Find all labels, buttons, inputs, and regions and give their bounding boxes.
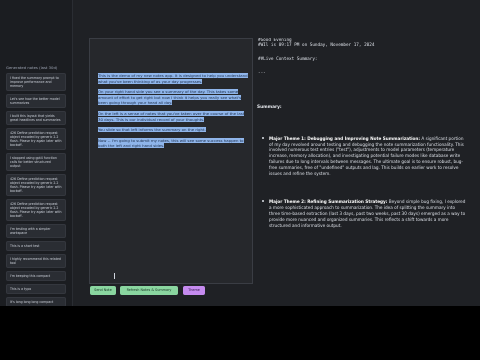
selected-text: On your right hand side you see a summar… [98, 89, 242, 106]
date-line: #WIl is 09:17 PM on Sunday, November 17,… [258, 43, 375, 49]
session-item-text: I'm keeping this compact [10, 274, 51, 279]
session-item-text: This is a short test [10, 244, 40, 249]
note-text-area[interactable]: This is the demo of my new notes app. It… [98, 73, 248, 154]
refresh-notes-button[interactable]: Refresh Notes & Summary [120, 286, 178, 295]
session-item-text: I stopped using gpt4 function calls for … [10, 156, 57, 169]
session-item-text: 426 Define prediction request object enc… [10, 202, 62, 219]
session-item[interactable]: This is a typo [6, 284, 66, 295]
note-paragraph: On your right hand side you see a summar… [98, 89, 248, 106]
notes-app: Generated notes (last 30d) I fixed the s… [0, 0, 480, 306]
theme-item: Major Theme 2: Refining Summarization St… [262, 199, 467, 229]
theme-item: Major Theme 1: Debugging and Improving N… [262, 136, 467, 177]
theme-body: A significant portion of my day revolved… [269, 135, 464, 177]
session-item[interactable]: 426 Define prediction request object enc… [6, 128, 66, 151]
theme-button[interactable]: Theme [183, 286, 205, 295]
note-paragraph: You slide so that left informs the summa… [98, 127, 248, 133]
summary-heading: Summary: [257, 104, 282, 110]
session-item[interactable]: I fixed the summary prompt to improve pe… [6, 73, 66, 92]
summary-panel: #Good Evening #WIl is 09:17 PM on Sunday… [257, 38, 469, 294]
selected-text: This is the demo of my new notes app. It… [98, 73, 248, 84]
session-item[interactable]: This is a short test [6, 241, 66, 252]
note-paragraph: Now -- I'm going to submit my notes, thi… [98, 137, 248, 149]
selected-text: On the left is a sense of notes that you… [98, 110, 245, 122]
session-item-text: Let's see how the better model summarize… [10, 97, 60, 106]
session-item[interactable]: I built this layout that yields great he… [6, 111, 66, 126]
session-item-text: 426 Define prediction request object enc… [10, 131, 62, 148]
sidebar-header: Generated notes (last 30d) [6, 65, 58, 70]
session-item[interactable]: I highly recommend this related tool [6, 254, 66, 269]
theme-text: Major Theme 1: Debugging and Improving N… [269, 136, 467, 177]
bullet-icon [262, 136, 264, 139]
session-item-text: I'm testing with a simpler workspace [10, 227, 51, 236]
selected-text: You slide so that left informs the summa… [98, 127, 206, 133]
session-item-text: I highly recommend this related tool [10, 257, 61, 266]
send-note-button[interactable]: Send Note [90, 286, 116, 295]
session-item[interactable]: It's long long long compact [6, 297, 66, 306]
sidebar: Generated notes (last 30d) I fixed the s… [0, 0, 73, 306]
session-item-text: I built this layout that yields great he… [10, 114, 61, 123]
text-cursor-icon [114, 273, 116, 279]
session-item-text: This is a typo [10, 287, 32, 292]
note-paragraph: On the left is a sense of notes that you… [98, 110, 248, 122]
theme-title: Major Theme 2: Refining Summarization St… [269, 198, 388, 204]
session-item[interactable]: I'm keeping this compact [6, 271, 66, 282]
session-item-text: 426 Define prediction request object enc… [10, 177, 62, 194]
session-item[interactable]: I'm testing with a simpler workspace [6, 224, 66, 239]
bullet-icon [262, 199, 264, 202]
session-item[interactable]: 426 Define prediction request object enc… [6, 174, 66, 197]
theme-title: Major Theme 1: Debugging and Improving N… [269, 135, 421, 141]
selected-text: Now -- I'm going to submit my notes, thi… [98, 137, 244, 149]
divider: --- [258, 71, 266, 77]
session-item[interactable]: Let's see how the better model summarize… [6, 94, 66, 109]
session-item[interactable]: I stopped using gpt4 function calls for … [6, 153, 66, 172]
context-heading: ##Live Context Summary: [258, 56, 318, 62]
session-item-text: I fixed the summary prompt to improve pe… [10, 76, 59, 89]
session-item-text: It's long long long compact [10, 300, 54, 305]
note-editor[interactable]: This is the demo of my new notes app. It… [89, 38, 253, 284]
summary-header: #Good Evening #WIl is 09:17 PM on Sunday… [258, 38, 469, 77]
theme-text: Major Theme 2: Refining Summarization St… [269, 199, 467, 229]
session-item[interactable]: 426 Define prediction request object enc… [6, 199, 66, 222]
note-paragraph: This is the demo of my new notes app. It… [98, 73, 248, 84]
